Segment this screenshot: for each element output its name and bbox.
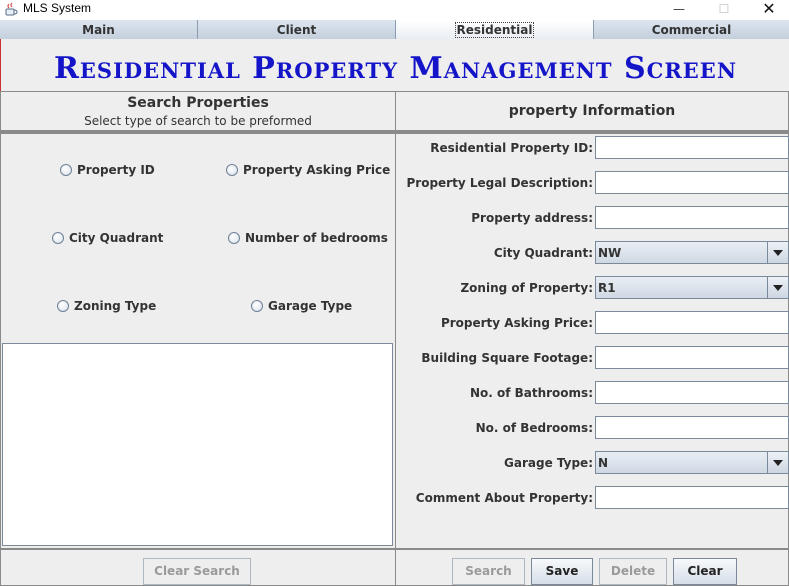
tab-client-label: Client [276,23,317,37]
search-panel-title: Search Properties [127,95,269,111]
radio-label: Zoning Type [74,299,157,313]
clear-button[interactable]: Clear [673,558,737,585]
selected-value: N [598,456,609,470]
radio-label: City Quadrant [69,231,164,245]
garage-type-select[interactable]: N [595,451,789,474]
asking-price-input[interactable] [595,311,789,334]
java-cup-icon [5,2,18,16]
zoning-select[interactable]: R1 [595,276,789,299]
radio-circle-icon[interactable] [60,164,72,176]
radio-label: Number of bedrooms [245,231,388,245]
square-footage-input[interactable] [595,346,789,369]
radio-label: Property Asking Price [243,163,391,177]
search-panel-subtitle: Select type of search to be preformed [84,114,312,128]
bathrooms-input[interactable] [595,381,789,404]
field-label: Zoning of Property: [460,281,593,295]
radio-label: Garage Type [268,299,353,313]
tab-main[interactable]: Main [0,20,198,39]
radio-garage-type[interactable]: Garage Type [251,299,352,313]
tab-residential-label: Residential [454,22,535,38]
bedrooms-input[interactable] [595,416,789,439]
radio-property-id[interactable]: Property ID [60,163,155,177]
dropdown-button[interactable] [767,242,788,263]
residential-property-id-input[interactable] [595,136,789,159]
clear-search-button[interactable]: Clear Search [143,558,251,585]
radio-asking-price[interactable]: Property Asking Price [226,163,390,177]
field-label: Comment About Property: [415,491,593,505]
tab-main-label: Main [82,23,115,37]
legal-description-input[interactable] [595,171,789,194]
tab-bar: Main Client Residential Commercial [0,20,789,39]
radio-circle-icon[interactable] [251,300,263,312]
tab-residential[interactable]: Residential [396,20,594,39]
radio-circle-icon[interactable] [52,232,64,244]
delete-button[interactable]: Delete [599,558,667,585]
field-label: Property Legal Description: [406,176,593,190]
selected-value: R1 [598,281,616,295]
window-title: MLS System [23,1,92,15]
field-label: No. of Bathrooms: [469,386,593,400]
property-address-input[interactable] [595,206,789,229]
search-results-list[interactable] [2,343,393,546]
radio-city-quadrant[interactable]: City Quadrant [52,231,163,245]
dropdown-button[interactable] [767,452,788,473]
info-panel-title: property Information [508,103,676,119]
close-button[interactable]: ✕ [746,0,789,20]
tab-client[interactable]: Client [198,20,396,39]
page-title: Residential Property Management Screen [53,51,738,86]
chevron-down-icon [773,250,783,256]
field-label: Property Asking Price: [440,316,593,330]
chevron-down-icon [773,460,783,466]
search-panel-header: Search Properties Select type of search … [0,91,396,131]
save-button[interactable]: Save [531,558,593,585]
minimize-button[interactable]: — [656,0,702,20]
radio-circle-icon[interactable] [226,164,238,176]
field-label: Property address: [471,211,593,225]
field-label: City Quadrant: [493,246,593,260]
chevron-down-icon [773,285,783,291]
maximize-button[interactable]: ☐ [701,0,747,20]
field-label: Residential Property ID: [430,141,593,155]
tab-commercial-label: Commercial [651,23,732,37]
radio-number-bedrooms[interactable]: Number of bedrooms [228,231,388,245]
dropdown-button[interactable] [767,277,788,298]
radio-circle-icon[interactable] [228,232,240,244]
field-label: Building Square Footage: [421,351,593,365]
field-label: Garage Type: [504,456,593,470]
selected-value: NW [598,246,622,260]
radio-circle-icon[interactable] [57,300,69,312]
screen-header: Residential Property Management Screen [0,39,789,92]
field-label: No. of Bedrooms: [475,421,593,435]
comment-input[interactable] [595,486,789,509]
city-quadrant-select[interactable]: NW [595,241,789,264]
search-button[interactable]: Search [452,558,525,585]
window-titlebar: MLS System — ☐ ✕ [0,0,789,20]
radio-zoning-type[interactable]: Zoning Type [57,299,156,313]
radio-label: Property ID [77,163,155,177]
info-panel-header: property Information [395,91,789,131]
tab-commercial[interactable]: Commercial [594,20,789,39]
